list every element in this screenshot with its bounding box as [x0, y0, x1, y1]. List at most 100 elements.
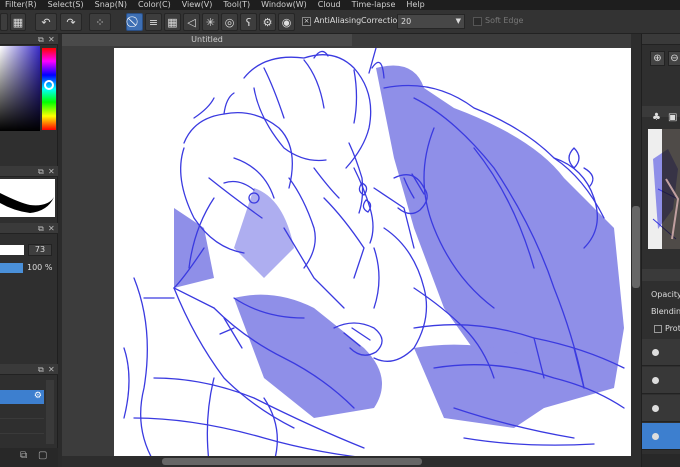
- snap-parallel-button[interactable]: ≡: [145, 13, 162, 31]
- gear-icon: ⚙: [262, 15, 273, 29]
- layer-row[interactable]: [642, 395, 680, 422]
- expand-icon[interactable]: ⧉: [38, 167, 44, 177]
- protect-label: Prote: [665, 324, 680, 333]
- snap-off-button[interactable]: ⃠: [126, 13, 143, 31]
- close-icon[interactable]: ✕: [48, 35, 55, 44]
- radial-icon: ✳: [205, 15, 216, 29]
- zoom-out-icon: ⊖: [670, 53, 679, 64]
- snap-perspective-button[interactable]: ◁: [183, 13, 200, 31]
- brush-list-item-selected[interactable]: ⚙: [0, 390, 44, 404]
- correction-select[interactable]: 20 ▼: [397, 14, 465, 29]
- eye-icon[interactable]: [652, 405, 659, 412]
- zoom-out-button[interactable]: ⊖: [668, 51, 680, 66]
- layer-panel-header: ⧉ ✕: [0, 364, 58, 375]
- menu-select[interactable]: Select(S): [43, 0, 90, 10]
- eye-icon[interactable]: [652, 433, 659, 440]
- soft-edge-label: Soft Edge: [485, 16, 524, 25]
- film-icon[interactable]: ▣: [668, 112, 677, 123]
- copy-icon[interactable]: ⧉: [20, 450, 27, 461]
- menu-snap[interactable]: Snap(N): [90, 0, 133, 10]
- left-panel: ⧉ ✕ ⧉ ✕ ⧉ ✕ 73 100 % ⧉ ✕ ⚙ ⧉ ▢: [0, 34, 58, 467]
- antialiasing-checkbox[interactable]: ×: [302, 17, 311, 26]
- right-scroll-stub: [642, 269, 680, 281]
- brush-list-item[interactable]: [0, 420, 44, 434]
- close-icon[interactable]: ✕: [48, 167, 55, 176]
- close-icon[interactable]: ✕: [48, 365, 55, 374]
- opacity-slider[interactable]: [0, 263, 23, 273]
- curve-icon: ʕ: [245, 15, 252, 29]
- correction-value: 20: [401, 17, 412, 26]
- navigator-thumbnail[interactable]: [648, 129, 680, 249]
- brush-size-field[interactable]: 73: [28, 244, 52, 256]
- zoom-in-button[interactable]: ⊕: [650, 51, 665, 66]
- canvas-area[interactable]: Untitled: [62, 34, 641, 467]
- layer-row[interactable]: [642, 339, 680, 366]
- grid-layout-button[interactable]: ▦: [10, 13, 26, 31]
- brush-list-scrollbar[interactable]: [46, 380, 54, 444]
- brush-size-value: 73: [34, 245, 46, 254]
- layer-tools-bar: ♣ ▣: [642, 110, 680, 126]
- drawing-canvas[interactable]: [114, 48, 632, 462]
- tab-title: Untitled: [191, 35, 223, 44]
- menu-timelapse[interactable]: Time-lapse: [347, 0, 402, 10]
- expand-icon[interactable]: ⧉: [38, 35, 44, 45]
- redo-button[interactable]: ↷: [60, 13, 82, 31]
- deselect-button[interactable]: ⁘: [89, 13, 111, 31]
- close-icon[interactable]: ✕: [48, 224, 55, 233]
- navigator-header: [642, 34, 680, 45]
- tree-icon[interactable]: ♣: [652, 112, 661, 123]
- redo-icon: ↷: [66, 15, 76, 29]
- protect-checkbox[interactable]: [654, 325, 662, 333]
- left-bottom-bar: ⧉ ▢: [0, 448, 58, 467]
- snap-grid-button[interactable]: ▦: [164, 13, 181, 31]
- layer-row[interactable]: [642, 367, 680, 394]
- undo-button[interactable]: ↶: [35, 13, 57, 31]
- horizontal-scroll-thumb[interactable]: [162, 458, 422, 465]
- brush-stroke-icon: [0, 193, 54, 213]
- layer-bottom-bar: [642, 454, 680, 467]
- menu-filter[interactable]: Filter(R): [0, 0, 43, 10]
- brush-list-item[interactable]: [0, 405, 44, 419]
- eye-icon[interactable]: [652, 349, 659, 356]
- color-saturation-box[interactable]: [0, 46, 40, 131]
- menu-view[interactable]: View(V): [177, 0, 219, 10]
- snap-settings-button[interactable]: ⚙: [259, 13, 276, 31]
- snap-radial-button[interactable]: ✳: [202, 13, 219, 31]
- snap-curve-button[interactable]: ʕ: [240, 13, 257, 31]
- menu-tool[interactable]: Tool(T): [218, 0, 256, 10]
- menu-cloud[interactable]: Cloud: [313, 0, 347, 10]
- deselect-icon: ⁘: [95, 15, 105, 29]
- hue-handle[interactable]: [44, 80, 54, 90]
- grid-icon: ▦: [12, 15, 24, 29]
- snap-target-button[interactable]: ◉: [278, 13, 295, 31]
- grid-snap-icon: ▦: [167, 15, 178, 29]
- concentric-circle-icon: ◎: [224, 15, 235, 29]
- parallel-lines-icon: ≡: [148, 15, 159, 29]
- chevron-down-icon: ▼: [455, 17, 461, 25]
- tab-untitled[interactable]: Untitled: [62, 34, 352, 46]
- menu-color[interactable]: Color(C): [133, 0, 177, 10]
- eye-icon[interactable]: [652, 377, 659, 384]
- soft-edge-checkbox[interactable]: [473, 17, 482, 26]
- layer-row-selected[interactable]: [642, 423, 680, 450]
- gear-icon[interactable]: ⚙: [34, 391, 42, 401]
- expand-icon[interactable]: ⧉: [38, 365, 44, 375]
- brush-toggle-button[interactable]: [0, 13, 8, 31]
- hue-slider[interactable]: [42, 48, 56, 130]
- snap-circle-button[interactable]: ◎: [221, 13, 238, 31]
- right-panel: ⊕ ⊖ ♣ ▣ Opacity Blending Prote: [641, 34, 680, 467]
- brush-panel-header: ⧉ ✕: [0, 166, 58, 177]
- vertical-scroll-thumb[interactable]: [632, 206, 640, 288]
- brush-size-slider[interactable]: [0, 245, 24, 255]
- menu-help[interactable]: Help: [401, 0, 430, 10]
- perspective-icon: ◁: [187, 15, 196, 29]
- horizontal-scrollbar[interactable]: [62, 456, 631, 467]
- blending-label: Blending: [651, 307, 680, 316]
- vertical-scrollbar[interactable]: [631, 34, 641, 467]
- menu-bar: Filter(R) Select(S) Snap(N) Color(C) Vie…: [0, 0, 680, 10]
- zoom-icon: ⊕: [653, 53, 662, 64]
- opacity-value: 100 %: [27, 263, 53, 272]
- menu-window[interactable]: Window(W): [256, 0, 313, 10]
- page-icon[interactable]: ▢: [38, 450, 47, 461]
- expand-icon[interactable]: ⧉: [38, 224, 44, 234]
